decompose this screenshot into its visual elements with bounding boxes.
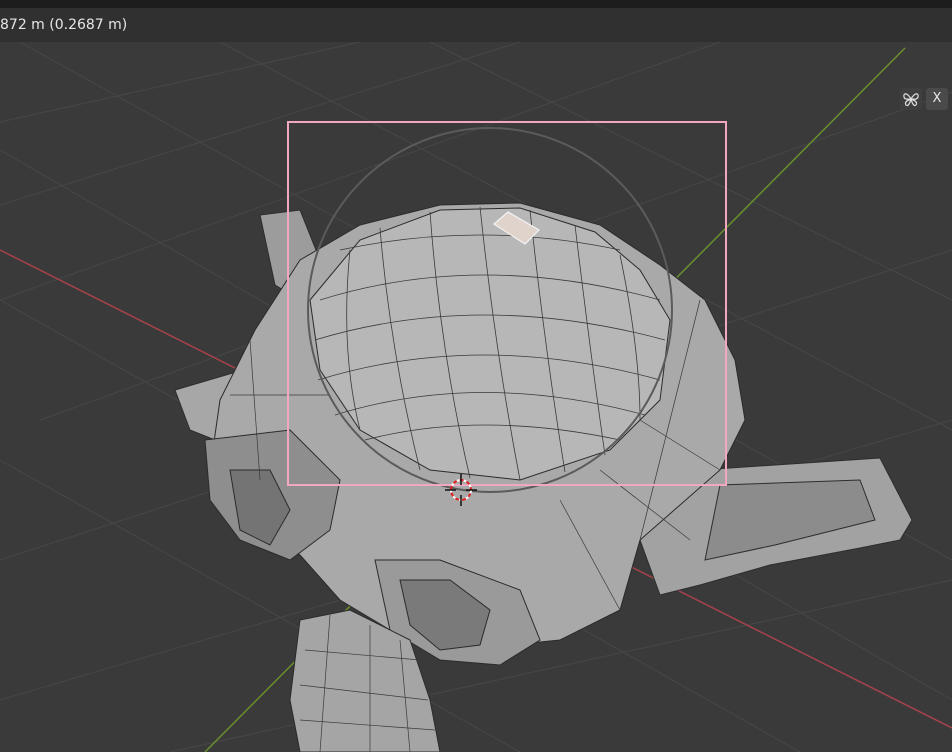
viewport-canvas[interactable] bbox=[0, 42, 952, 752]
3d-viewport[interactable]: X bbox=[0, 42, 952, 752]
header-bar: 872 m (0.2687 m) bbox=[0, 8, 952, 42]
measurement-readout: 872 m (0.2687 m) bbox=[0, 17, 128, 33]
butterfly-icon[interactable] bbox=[900, 88, 922, 110]
x-axis-toggle-button[interactable]: X bbox=[926, 88, 948, 110]
